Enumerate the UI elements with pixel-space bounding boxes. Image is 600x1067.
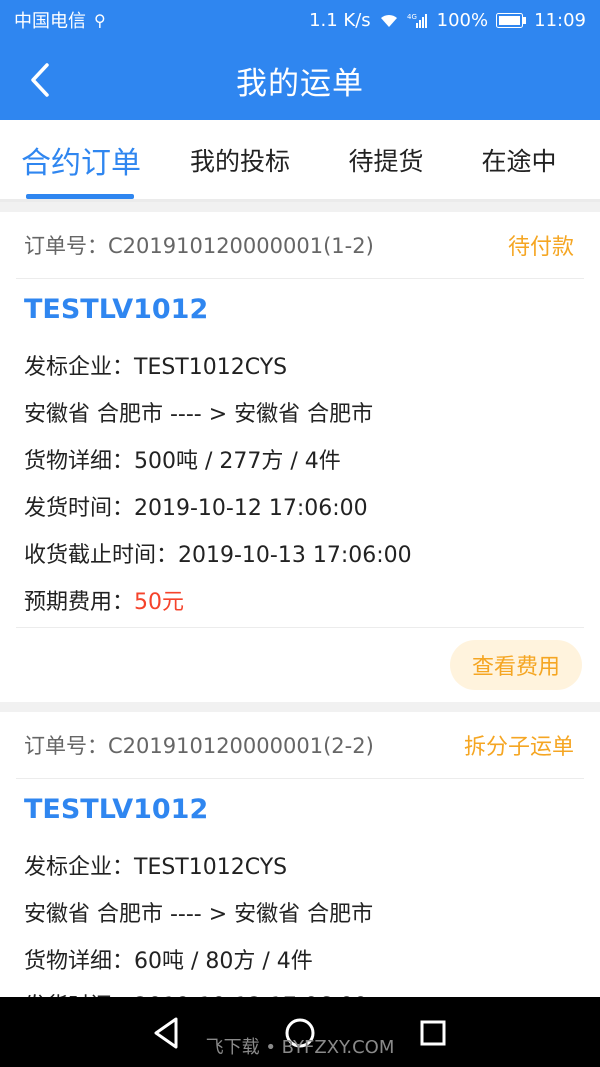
publisher-company: 发标企业：TEST1012CYS <box>24 855 288 880</box>
wifi-icon <box>380 14 397 27</box>
usb-icon: ⚲ <box>94 10 106 30</box>
ship-time: 发货时间：2019-10-12 17:06:00 <box>24 496 368 521</box>
tab-bar: 合约订单 我的投标 待提货 在途中 <box>0 120 600 202</box>
network-type: 4G <box>407 13 417 21</box>
ship-time: 发货时间：2019-10-12 17:06:00 <box>24 988 368 997</box>
order-code: TESTLV1012 <box>24 294 209 325</box>
delivery-deadline: 收货截止时间：2019-10-13 17:06:00 <box>24 543 412 568</box>
expected-fee: 预期费用：50元 <box>24 584 184 616</box>
signal-icon: 4G <box>407 13 427 28</box>
app-header: 我的运单 <box>0 40 600 120</box>
order-card-header: 订单号：C201910120000001(1-2) 待付款 <box>16 212 584 279</box>
battery-icon <box>496 12 527 28</box>
carrier-label: 中国电信 <box>14 11 86 32</box>
expected-fee-value: 50元 <box>134 590 185 615</box>
goods-detail: 货物详细：60吨 / 80方 / 4件 <box>24 949 313 974</box>
status-bar: 中国电信 ⚲ 1.1 K/s 4G 100% 11:09 <box>0 0 600 40</box>
battery-percent: 100% <box>436 9 489 31</box>
watermark: 飞下载 • BYFZXY.COM <box>205 1037 395 1058</box>
view-fee-button[interactable]: 查看费用 <box>450 640 582 690</box>
page-title: 我的运单 <box>236 65 364 102</box>
system-nav-bar: 飞下载 • BYFZXY.COM <box>0 997 600 1067</box>
chevron-left-icon <box>31 63 49 97</box>
route: 安徽省 合肥市 ---- > 安徽省 合肥市 <box>24 902 374 927</box>
route: 安徽省 合肥市 ---- > 安徽省 合肥市 <box>24 402 374 427</box>
expected-fee-label: 预期费用： <box>24 590 135 615</box>
tab-my-bids[interactable]: 我的投标 <box>178 120 302 200</box>
order-card[interactable]: 订单号：C201910120000001(2-2) 拆分子运单 TESTLV10… <box>0 712 600 997</box>
order-status: 拆分子运单 <box>463 735 574 760</box>
order-number: 订单号：C201910120000001(1-2) <box>24 234 374 258</box>
tab-contract-orders[interactable]: 合约订单 <box>16 120 146 200</box>
back-button[interactable] <box>18 58 62 102</box>
tab-pending-pickup[interactable]: 待提货 <box>330 120 442 200</box>
order-card[interactable]: 订单号：C201910120000001(1-2) 待付款 TESTLV1012… <box>0 212 600 702</box>
order-status: 待付款 <box>507 235 574 260</box>
publisher-company: 发标企业：TEST1012CYS <box>24 355 288 380</box>
tab-in-transit[interactable]: 在途中 <box>466 120 572 200</box>
network-speed: 1.1 K/s <box>309 9 371 31</box>
tab-indicator <box>26 194 134 199</box>
clock: 11:09 <box>534 9 586 31</box>
order-code: TESTLV1012 <box>24 794 209 825</box>
order-card-header: 订单号：C201910120000001(2-2) 拆分子运单 <box>16 712 584 779</box>
divider <box>16 627 584 628</box>
order-number: 订单号：C201910120000001(2-2) <box>24 734 374 758</box>
goods-detail: 货物详细：500吨 / 277方 / 4件 <box>24 449 341 474</box>
